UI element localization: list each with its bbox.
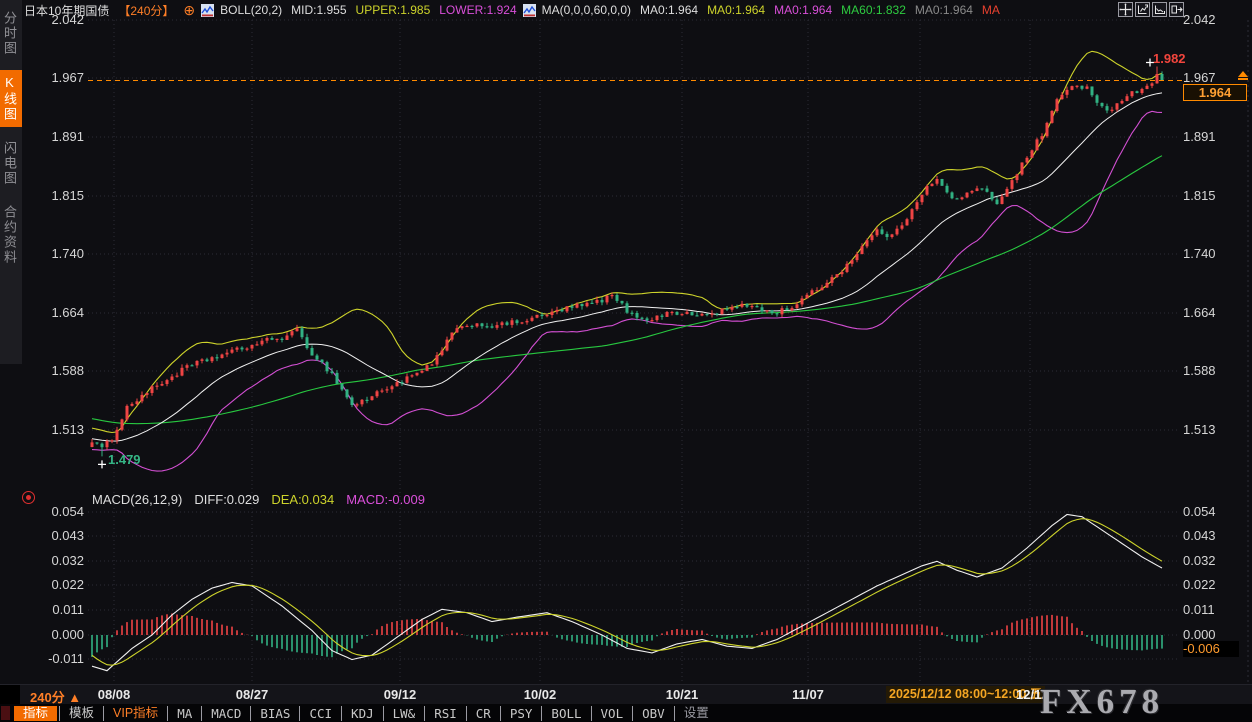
ma60-value: MA60:1.832 <box>841 3 906 17</box>
boll-lower-value: LOWER:1.924 <box>439 3 516 17</box>
instrument-title: 日本10年期国债 <box>24 2 109 19</box>
ma-value-0: MA0:1.964 <box>640 3 698 17</box>
ma-value-1: MA0:1.964 <box>707 3 765 17</box>
corner-block <box>0 685 20 704</box>
boll-params-label: BOLL(20,2) <box>220 3 282 17</box>
tab-lw[interactable]: LW& <box>383 706 425 721</box>
x-axis-date: 09/12 <box>384 687 417 702</box>
tab-indicators[interactable]: 指标 <box>14 706 57 721</box>
indicator-toolbar: 指标 模板 VIP指标 MA MACD BIAS CCI KDJ LW& RSI… <box>0 704 1252 722</box>
macd-last-value-badge: -0.006 <box>1183 641 1239 657</box>
maximize-sub-chart-icon[interactable] <box>1152 2 1167 17</box>
sidebar-item-contract-info[interactable]: 合约资料 <box>0 200 22 270</box>
session-low-label: 1.479 <box>108 452 141 467</box>
sidebar-item-time-chart[interactable]: 分时图 <box>0 6 22 61</box>
pan-tool-icon[interactable] <box>1118 2 1133 17</box>
boll-upper-value: UPPER:1.985 <box>356 3 431 17</box>
tab-kdj[interactable]: KDJ <box>341 706 383 721</box>
sidebar-item-lightning-chart[interactable]: 闪电图 <box>0 136 22 191</box>
ma-value-4: MA0:1.964 <box>915 3 973 17</box>
x-axis-date: 11/07 <box>792 687 824 702</box>
scroll-to-latest-icon[interactable] <box>1237 71 1249 83</box>
chart-header-bar: 日本10年期国债 【240分】 ⊕ BOLL(20,2) MID:1.955 U… <box>24 0 1252 20</box>
tab-ma[interactable]: MA <box>167 706 201 721</box>
x-axis-strip: 240分 ▲ 08/08 08/27 09/12 10/02 10/21 11/… <box>0 684 1252 704</box>
x-axis-last-date: 12/12 <box>1016 687 1049 702</box>
tab-bias[interactable]: BIAS <box>250 706 299 721</box>
tab-vol[interactable]: VOL <box>591 706 633 721</box>
x-axis-date: 10/02 <box>524 687 557 702</box>
tab-settings[interactable]: 设置 <box>674 706 718 721</box>
macd-params-label: MACD(26,12,9) <box>92 492 182 507</box>
tab-vip-indicators[interactable]: VIP指标 <box>103 706 167 721</box>
tab-boll[interactable]: BOLL <box>541 706 590 721</box>
zoom-plus-icon[interactable]: ⊕ <box>183 2 195 19</box>
tab-macd[interactable]: MACD <box>201 706 250 721</box>
chart-type-sidebar: 分时图 K线图 闪电图 合约资料 <box>0 0 22 364</box>
tab-cci[interactable]: CCI <box>299 706 341 721</box>
ma-value-5: MA <box>982 3 1000 17</box>
macd-hist-value: MACD:-0.009 <box>346 492 425 507</box>
x-axis-date: 08/08 <box>98 687 131 702</box>
tab-psy[interactable]: PSY <box>500 706 542 721</box>
macd-settings-icon[interactable] <box>22 491 35 504</box>
expand-panel-icon[interactable] <box>1169 2 1184 17</box>
candlestick-chart-canvas[interactable] <box>0 0 1252 722</box>
maximize-main-chart-icon[interactable] <box>1135 2 1150 17</box>
ma-value-2: MA0:1.964 <box>774 3 832 17</box>
macd-panel-header: MACD(26,12,9) DIFF:0.029 DEA:0.034 MACD:… <box>92 492 425 507</box>
last-price-badge: 1.964 <box>1183 84 1247 101</box>
x-axis-date: 10/21 <box>666 687 699 702</box>
boll-indicator-icon[interactable] <box>201 4 214 17</box>
tab-cr[interactable]: CR <box>466 706 500 721</box>
trading-app-window: 日本10年期国债 【240分】 ⊕ BOLL(20,2) MID:1.955 U… <box>0 0 1252 722</box>
macd-dea-value: DEA:0.034 <box>271 492 334 507</box>
x-axis-date: 08/27 <box>236 687 269 702</box>
window-control-icons <box>1118 2 1184 17</box>
period-label[interactable]: 【240分】 <box>118 2 174 19</box>
tab-rsi[interactable]: RSI <box>424 706 466 721</box>
tab-templates[interactable]: 模板 <box>59 706 103 721</box>
toolbar-logo-block <box>1 706 10 720</box>
ma-indicator-icon[interactable] <box>523 4 536 17</box>
boll-mid-value: MID:1.955 <box>291 3 346 17</box>
ma-params-label: MA(0,0,0,60,0,0) <box>542 3 631 17</box>
session-high-label: 1.982 <box>1153 51 1186 66</box>
sidebar-item-kline-chart[interactable]: K线图 <box>0 70 22 127</box>
tab-obv[interactable]: OBV <box>632 706 674 721</box>
macd-diff-value: DIFF:0.029 <box>194 492 259 507</box>
